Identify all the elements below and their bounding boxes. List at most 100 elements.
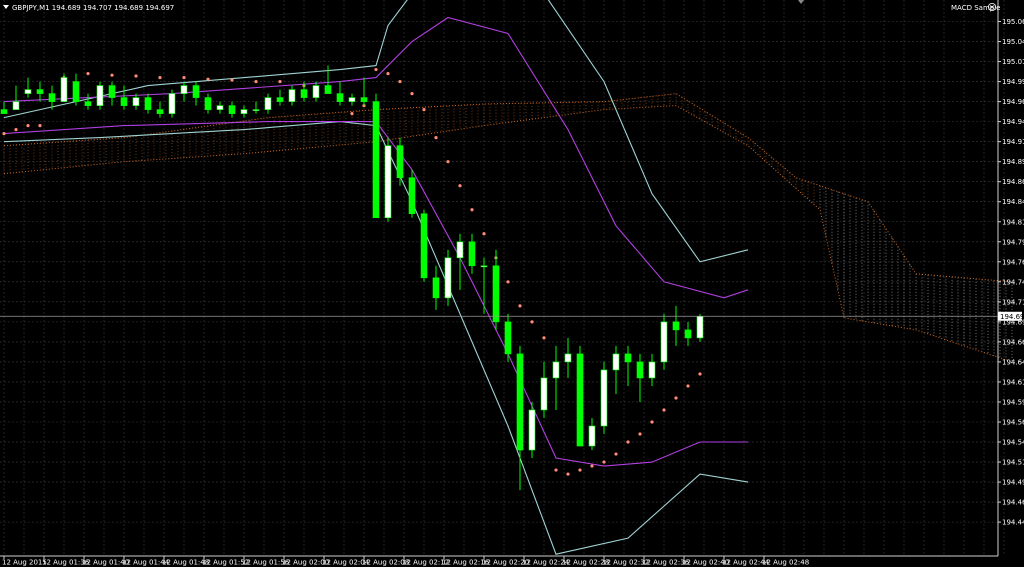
symbol-info-label: GBPJPY,M1 194.689 194.707 194.689 194.69… — [12, 4, 174, 12]
sar-dot — [398, 79, 402, 84]
candle-body — [144, 97, 152, 110]
sar-dot — [530, 320, 534, 324]
candle-body — [336, 93, 344, 102]
y-tick-label: 194.990 — [1002, 78, 1024, 86]
y-tick-label: 194.590 — [1002, 398, 1024, 406]
candle-body — [48, 93, 56, 102]
sar-dot — [554, 468, 558, 472]
y-tick-label: 194.565 — [1002, 419, 1024, 427]
candle-body — [120, 97, 128, 106]
candle-body — [264, 97, 272, 110]
sar-dot — [350, 112, 354, 116]
candle-body — [528, 409, 536, 451]
sar-dot — [482, 232, 486, 236]
candle-body — [24, 89, 32, 94]
candle-body — [84, 101, 92, 106]
y-tick-label: 195.065 — [1002, 18, 1024, 26]
y-tick-label: 195.040 — [1002, 38, 1024, 46]
candle-body — [396, 145, 404, 178]
candle-body — [168, 93, 176, 114]
sar-dot — [458, 184, 462, 188]
sar-dot — [386, 71, 390, 76]
candle-body — [276, 97, 284, 102]
y-tick-label: 194.865 — [1002, 178, 1024, 186]
sar-dot — [110, 73, 114, 77]
candle-body — [192, 85, 200, 98]
y-tick-label: 194.515 — [1002, 459, 1024, 467]
y-tick-label: 194.815 — [1002, 218, 1024, 226]
candle-body — [216, 105, 224, 110]
y-tick-label: 194.940 — [1002, 118, 1024, 126]
sar-dot — [674, 396, 678, 400]
candle-body — [228, 105, 236, 114]
candle-body — [60, 77, 68, 102]
y-tick-label: 194.640 — [1002, 358, 1024, 366]
y-tick-label: 194.740 — [1002, 278, 1024, 286]
y-tick-label: 194.790 — [1002, 238, 1024, 246]
sar-dot — [518, 304, 522, 308]
y-tick-label: 194.765 — [1002, 258, 1024, 266]
candle-body — [348, 97, 356, 102]
sar-dot — [602, 460, 606, 464]
candle-body — [156, 109, 164, 114]
candle-body — [180, 85, 188, 94]
candle-body — [504, 321, 512, 355]
sar-dot — [446, 160, 450, 164]
sar-dot — [590, 464, 594, 468]
y-tick-label: 194.915 — [1002, 138, 1024, 146]
candle-body — [624, 353, 632, 363]
candle-body — [492, 265, 500, 323]
price-chart[interactable]: 195.065 195.040 195.015 194.990 194.965 194.9… — [0, 0, 1024, 567]
y-tick-label: 194.490 — [1002, 479, 1024, 487]
y-tick-label: 194.840 — [1002, 198, 1024, 206]
candle-body — [204, 97, 212, 110]
sar-dot — [2, 132, 6, 136]
candle-body — [420, 213, 428, 279]
sar-dot — [650, 420, 654, 424]
candle-body — [96, 85, 104, 106]
sar-dot — [230, 78, 234, 82]
sar-dot — [38, 124, 42, 128]
candle-body — [72, 81, 80, 102]
candle-body — [660, 321, 668, 363]
candle-body — [360, 97, 368, 102]
candle-body — [108, 85, 116, 98]
y-tick-label: 194.890 — [1002, 158, 1024, 166]
x-tick-label: 12 Aug 2015 — [2, 559, 47, 567]
candle-body — [684, 329, 692, 339]
sar-dot — [254, 79, 258, 84]
candle-body — [540, 377, 548, 411]
current-price-label: 194.697 — [1000, 313, 1024, 321]
sar-dot — [410, 91, 414, 96]
candle-body — [480, 265, 488, 268]
sar-dot — [686, 384, 690, 388]
x-tick-label: 12 Aug 02:48 — [762, 559, 809, 567]
candle-body — [240, 109, 248, 114]
sar-dot — [578, 468, 582, 472]
y-tick-label: 194.615 — [1002, 378, 1024, 386]
candle-body — [564, 353, 572, 363]
sar-dot — [374, 67, 378, 72]
sar-dot — [542, 336, 546, 340]
sar-dot — [158, 75, 162, 80]
y-tick-label: 194.965 — [1002, 98, 1024, 106]
sar-dot — [626, 440, 630, 444]
candle-body — [12, 101, 20, 110]
candle-body — [0, 109, 8, 114]
candle-body — [444, 257, 452, 299]
sar-dot — [26, 124, 30, 128]
sar-dot — [566, 472, 570, 476]
y-tick-label: 194.540 — [1002, 439, 1024, 447]
candle-body — [252, 109, 260, 111]
sar-dot — [614, 452, 618, 456]
candle-body — [384, 145, 392, 219]
candle-body — [408, 177, 416, 215]
sar-dot — [434, 136, 438, 140]
sar-dot — [206, 77, 210, 81]
candle-body — [288, 89, 296, 102]
candle-body — [516, 353, 524, 451]
candle-body — [696, 315, 704, 339]
sar-dot — [470, 208, 474, 212]
sar-dot — [698, 372, 702, 376]
candle-body — [36, 89, 44, 94]
